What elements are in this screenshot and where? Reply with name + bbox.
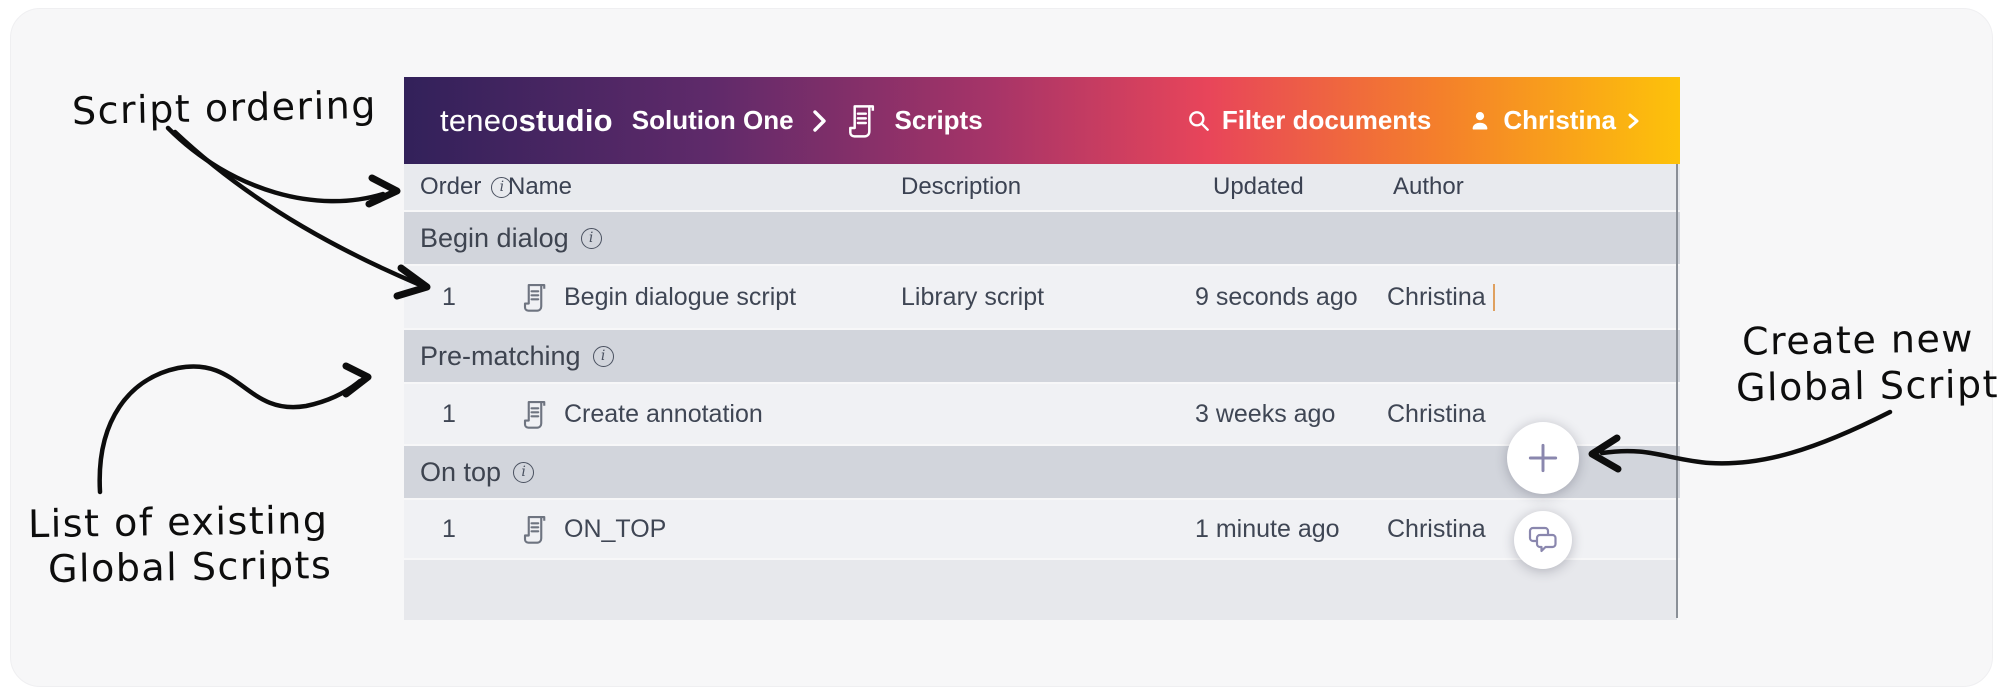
annotation-list-existing-line1: List of existing xyxy=(27,497,329,547)
column-updated: Updated xyxy=(1213,173,1304,200)
person-icon xyxy=(1472,111,1488,129)
row-updated: 1 minute ago xyxy=(1195,514,1340,543)
section-header-on-top: On top i xyxy=(404,446,1680,498)
script-icon xyxy=(523,283,546,312)
annotation-create-new-line2: Global Script xyxy=(1735,362,2000,410)
section-title: Begin dialog xyxy=(420,222,569,253)
section-header-begin-dialog: Begin dialog i xyxy=(404,212,1680,264)
table-row[interactable]: 1 ON_TOP 1 minute ago Christina xyxy=(404,500,1680,558)
script-icon xyxy=(523,400,546,429)
table-column-header: Order i Name Description Updated Author xyxy=(404,164,1680,210)
row-order: 1 xyxy=(442,282,456,311)
chevron-right-icon xyxy=(812,109,826,132)
scrollbar-track[interactable] xyxy=(1676,164,1678,618)
user-menu[interactable]: Christina xyxy=(1467,105,1640,136)
plus-icon xyxy=(1528,443,1558,473)
info-icon[interactable]: i xyxy=(592,345,614,367)
create-global-script-button[interactable] xyxy=(1507,422,1579,494)
row-order: 1 xyxy=(442,399,456,428)
row-updated: 3 weeks ago xyxy=(1195,399,1336,428)
filter-documents-button[interactable]: Filter documents xyxy=(1186,105,1431,136)
row-updated: 9 seconds ago xyxy=(1195,282,1358,311)
column-author: Author xyxy=(1393,173,1464,200)
column-name: Name xyxy=(508,173,573,200)
breadcrumb-page: Scripts xyxy=(894,105,983,135)
scripts-table: Order i Name Description Updated Author … xyxy=(404,164,1680,620)
section-title: Pre-matching xyxy=(420,340,581,371)
chevron-right-icon xyxy=(1628,113,1639,128)
app-header-bar: teneostudio Solution One Scripts Filter … xyxy=(404,77,1680,164)
column-description: Description xyxy=(901,173,1022,200)
row-name: Create annotation xyxy=(564,399,763,428)
annotation-create-new-line1: Create new xyxy=(1741,316,1975,364)
header-actions: Filter documents Christina xyxy=(1186,105,1640,136)
row-name: Begin dialogue script xyxy=(564,282,797,311)
text-cursor xyxy=(1492,283,1495,311)
teneo-studio-window: teneostudio Solution One Scripts Filter … xyxy=(404,77,1680,620)
column-order: Order i xyxy=(404,173,513,201)
annotation-script-ordering: Script ordering xyxy=(71,82,378,134)
logo-studio: studio xyxy=(518,102,613,138)
row-name: ON_TOP xyxy=(564,514,667,543)
section-header-pre-matching: Pre-matching i xyxy=(404,330,1680,382)
table-row[interactable]: 1 Create annotation 3 weeks ago Christin… xyxy=(404,384,1680,444)
row-author: Christina xyxy=(1387,514,1486,543)
page: teneostudio Solution One Scripts Filter … xyxy=(0,0,2003,695)
filter-documents-label: Filter documents xyxy=(1221,105,1432,135)
logo-teneo: teneo xyxy=(440,102,519,138)
annotation-list-existing-line2: Global Scripts xyxy=(47,543,333,591)
table-empty-area xyxy=(404,560,1677,620)
info-icon[interactable]: i xyxy=(513,461,535,483)
user-name: Christina xyxy=(1503,105,1616,135)
column-order-label: Order xyxy=(420,173,482,200)
row-description: Library script xyxy=(901,282,1045,311)
row-author: Christina xyxy=(1387,282,1486,311)
chat-bubbles-icon xyxy=(1528,526,1557,553)
comments-button[interactable] xyxy=(1514,511,1572,569)
row-author: Christina xyxy=(1387,399,1486,428)
section-title: On top xyxy=(420,456,502,487)
row-order: 1 xyxy=(442,514,456,543)
search-icon xyxy=(1188,110,1209,131)
table-row[interactable]: 1 Begin dialogue script Library script 9… xyxy=(404,266,1680,328)
breadcrumb-solution[interactable]: Solution One xyxy=(632,105,794,136)
teneo-studio-logo[interactable]: teneostudio xyxy=(440,103,613,139)
script-icon xyxy=(523,515,546,544)
info-icon[interactable]: i xyxy=(580,227,602,249)
script-icon xyxy=(848,104,874,138)
breadcrumb: Solution One Scripts xyxy=(632,102,983,140)
